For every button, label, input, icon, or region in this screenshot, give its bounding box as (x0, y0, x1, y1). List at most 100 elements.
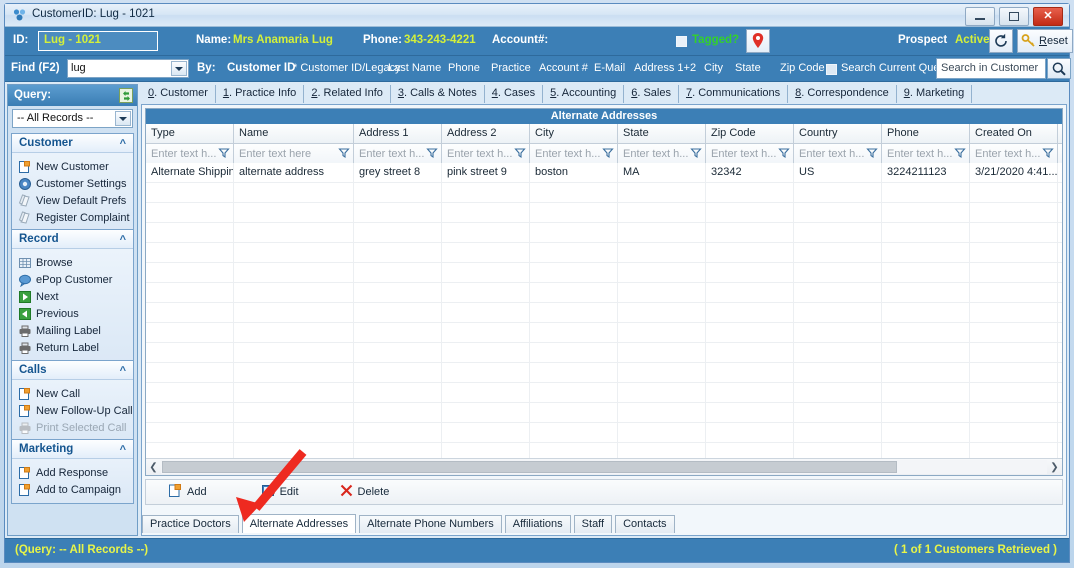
funnel-icon[interactable] (338, 147, 350, 159)
bottom-tab-practice-doctors[interactable]: Practice Doctors (142, 515, 239, 533)
sidebar-item-register-complaint[interactable]: Register Complaint (12, 209, 133, 226)
search-input[interactable]: Search in Customer (936, 58, 1046, 79)
add-button[interactable]: Add (168, 483, 207, 501)
sidebar-item-new-call[interactable]: New Call (12, 385, 133, 402)
column-header-phone[interactable]: Phone (882, 124, 970, 143)
column-filter-address-1[interactable]: Enter text h... (354, 144, 442, 164)
delete-button[interactable]: Delete (339, 483, 389, 501)
sidebar-item-mailing-label[interactable]: Mailing Label (12, 322, 133, 339)
column-filter-state[interactable]: Enter text h... (618, 144, 706, 164)
chevron-up-icon[interactable]: ^ (120, 138, 126, 150)
by-option-account[interactable]: Account # (539, 62, 588, 74)
search-button[interactable] (1047, 58, 1071, 79)
query-refresh-button[interactable] (119, 88, 133, 103)
maximize-button[interactable] (999, 7, 1029, 26)
sidebar-item-customer-settings[interactable]: Customer Settings (12, 175, 133, 192)
bottom-tab-contacts[interactable]: Contacts (615, 515, 675, 533)
by-option-address[interactable]: Address 1+2 (634, 62, 696, 74)
bottom-tab-staff[interactable]: Staff (573, 515, 613, 533)
funnel-icon[interactable] (218, 147, 230, 159)
column-filter-name[interactable]: Enter text here (234, 144, 354, 164)
by-option-practice[interactable]: Practice (491, 62, 531, 74)
sidebar-item-return-label[interactable]: Return Label (12, 339, 133, 356)
funnel-icon[interactable] (866, 147, 878, 159)
chevron-right-icon[interactable]: ❯ (1047, 460, 1062, 475)
tab-4-cases[interactable]: 4. Cases (485, 85, 544, 103)
reset-button[interactable]: Reset (1017, 29, 1073, 53)
sidebar-item-new-customer[interactable]: New Customer (12, 158, 133, 175)
column-filter-created-on[interactable]: Enter text h... (970, 144, 1058, 164)
funnel-icon[interactable] (426, 147, 438, 159)
customer-id-field[interactable]: Lug - 1021 (38, 31, 158, 51)
refresh-button[interactable] (989, 29, 1013, 53)
column-filter-phone[interactable]: Enter text h... (882, 144, 970, 164)
tab-8-correspondence[interactable]: 8. Correspondence (788, 85, 897, 103)
tab-6-sales[interactable]: 6. Sales (624, 85, 679, 103)
column-header-zip-code[interactable]: Zip Code (706, 124, 794, 143)
table-row[interactable]: Alternate Shipping alternate address grey … (146, 163, 1062, 183)
find-dropdown-arrow[interactable] (171, 61, 187, 76)
by-option-zip-code[interactable]: Zip Code (780, 62, 825, 74)
funnel-icon[interactable] (602, 147, 614, 159)
column-filter-address-2[interactable]: Enter text h... (442, 144, 530, 164)
sidebar-group-record-header[interactable]: Record ^ (12, 230, 133, 249)
map-pin-button[interactable] (746, 29, 770, 53)
close-button[interactable]: ✕ (1033, 7, 1063, 26)
column-header-country[interactable]: Country (794, 124, 882, 143)
sidebar-item-previous[interactable]: Previous (12, 305, 133, 322)
funnel-icon[interactable] (514, 147, 526, 159)
bottom-tab-alternate-phone-numbers[interactable]: Alternate Phone Numbers (359, 515, 502, 533)
chevron-left-icon[interactable]: ❮ (146, 460, 161, 475)
bottom-tab-affiliations[interactable]: Affiliations (504, 515, 571, 533)
column-header-state[interactable]: State (618, 124, 706, 143)
sidebar-item-new-follow-up-call[interactable]: New Follow-Up Call (12, 402, 133, 419)
sidebar-group-calls-header[interactable]: Calls ^ (12, 361, 133, 380)
by-option-customer-id[interactable]: Customer ID (227, 62, 295, 74)
sidebar-item-epop-customer[interactable]: ePop Customer (12, 271, 133, 288)
column-header-type[interactable]: Type (146, 124, 234, 143)
sidebar-item-view-default-prefs[interactable]: View Default Prefs (12, 192, 133, 209)
tab-0-customer[interactable]: 0. Customer (141, 85, 216, 103)
by-option-city[interactable]: City (704, 62, 723, 74)
sidebar-item-browse[interactable]: Browse (12, 254, 133, 271)
search-current-query-checkbox[interactable] (826, 64, 837, 75)
sidebar-item-next[interactable]: Next (12, 288, 133, 305)
tab-1-practice-info[interactable]: 1. Practice Info (216, 85, 305, 103)
tab-9-marketing[interactable]: 9. Marketing (897, 85, 973, 103)
tab-2-related-info[interactable]: 2. Related Info (304, 85, 391, 103)
query-select[interactable]: -- All Records -- (12, 109, 133, 128)
tagged-checkbox[interactable] (676, 36, 687, 47)
tab-7-communications[interactable]: 7. Communications (679, 85, 789, 103)
sidebar-group-customer-header[interactable]: Customer ^ (12, 134, 133, 153)
hscroll-thumb[interactable] (162, 461, 898, 473)
by-option-last-name[interactable]: Last Name (388, 62, 441, 74)
column-header-created-on[interactable]: Created On (970, 124, 1058, 143)
by-option-state[interactable]: State (735, 62, 761, 74)
chevron-up-icon[interactable]: ^ (120, 234, 126, 246)
column-filter-zip-code[interactable]: Enter text h... (706, 144, 794, 164)
by-option-customer-id-legacy[interactable]: * Customer ID/Legacy (293, 62, 401, 74)
tab-5-accounting[interactable]: 5. Accounting (543, 85, 625, 103)
column-header-name[interactable]: Name (234, 124, 354, 143)
edit-button[interactable]: Edit (261, 483, 299, 501)
column-header-city[interactable]: City (530, 124, 618, 143)
funnel-icon[interactable] (778, 147, 790, 159)
minimize-button[interactable] (965, 7, 995, 26)
funnel-icon[interactable] (954, 147, 966, 159)
find-input[interactable]: lug (67, 59, 189, 78)
hscroll-track[interactable] (161, 460, 1047, 474)
column-filter-type[interactable]: Enter text h... (146, 144, 234, 164)
chevron-up-icon[interactable]: ^ (120, 365, 126, 377)
funnel-icon[interactable] (1042, 147, 1054, 159)
horizontal-scrollbar[interactable]: ❮ ❯ (146, 458, 1062, 475)
column-header-address-1[interactable]: Address 1 (354, 124, 442, 143)
by-option-email[interactable]: E-Mail (594, 62, 625, 74)
sidebar-item-add-response[interactable]: Add Response (12, 464, 133, 481)
tab-3-calls-notes[interactable]: 3. Calls & Notes (391, 85, 485, 103)
sidebar-group-marketing-header[interactable]: Marketing ^ (12, 440, 133, 459)
column-header-address-2[interactable]: Address 2 (442, 124, 530, 143)
column-filter-country[interactable]: Enter text h... (794, 144, 882, 164)
by-option-phone[interactable]: Phone (448, 62, 480, 74)
query-dropdown-arrow[interactable] (115, 111, 131, 126)
funnel-icon[interactable] (690, 147, 702, 159)
